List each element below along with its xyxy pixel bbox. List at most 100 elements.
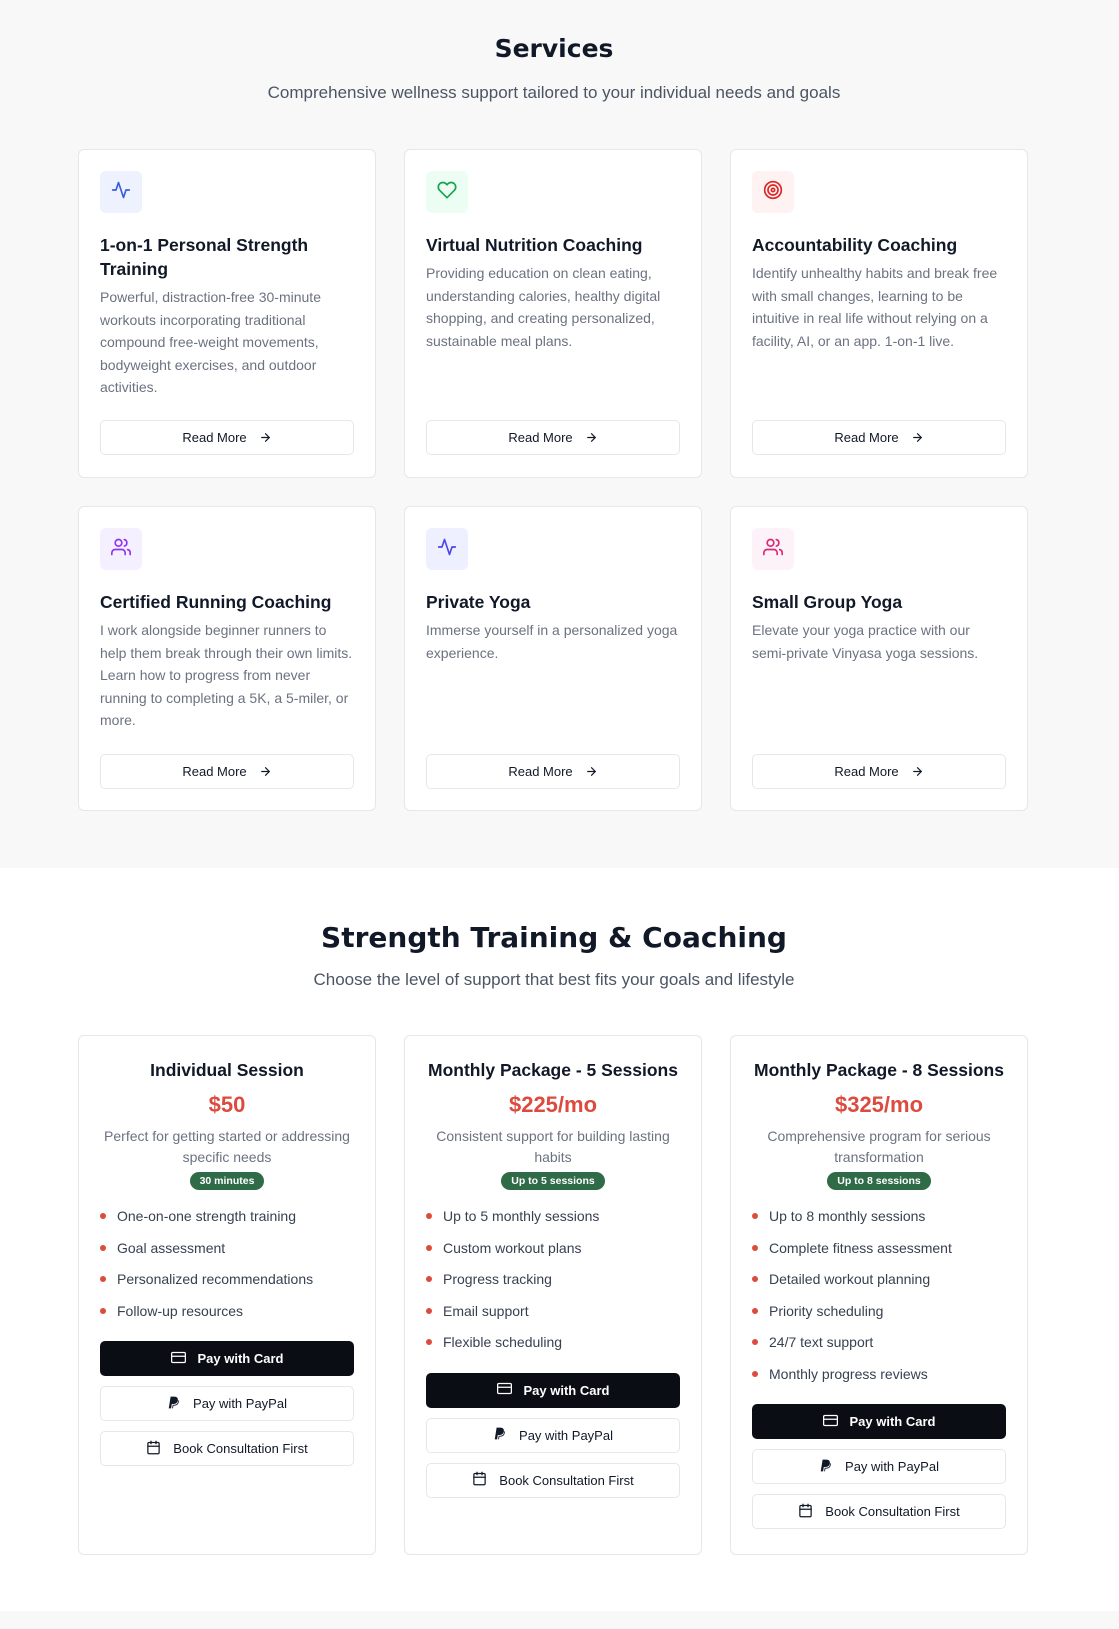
- book-consultation-button[interactable]: Book Consultation First: [100, 1431, 354, 1466]
- pay-paypal-label: Pay with PayPal: [845, 1459, 939, 1474]
- plan-badge: Up to 5 sessions: [501, 1172, 605, 1190]
- service-title: Virtual Nutrition Coaching: [426, 235, 643, 255]
- activity-icon: [437, 537, 457, 562]
- plan-description: Perfect for getting started or addressin…: [104, 1128, 350, 1165]
- service-icon-box: [426, 171, 468, 213]
- service-title: 1-on-1 Personal Strength Training: [100, 235, 309, 279]
- plan-badge: 30 minutes: [189, 1172, 265, 1190]
- service-description: I work alongside beginner runners to hel…: [100, 622, 353, 728]
- pricing-title: Strength Training & Coaching: [321, 921, 787, 954]
- read-more-button[interactable]: Read More: [100, 420, 354, 455]
- service-card-group-yoga: Small Group Yoga Elevate your yoga pract…: [730, 506, 1028, 811]
- users-icon: [763, 537, 783, 562]
- arrow-right-icon: [911, 765, 924, 778]
- feature-item: 24/7 text support: [752, 1332, 1006, 1364]
- service-card-accountability: Accountability Coaching Identify unhealt…: [730, 149, 1028, 478]
- feature-item: Goal assessment: [100, 1238, 354, 1270]
- feature-item: Follow-up resources: [100, 1301, 354, 1333]
- plan-name: Individual Session: [150, 1060, 304, 1080]
- plan-card-5-sessions: Monthly Package - 5 Sessions $225/mo Con…: [404, 1035, 702, 1555]
- read-more-button[interactable]: Read More: [752, 420, 1006, 455]
- read-more-label: Read More: [182, 764, 247, 779]
- arrow-right-icon: [911, 431, 924, 444]
- services-grid-row-2: Certified Running Coaching I work alongs…: [78, 506, 1029, 811]
- read-more-label: Read More: [834, 430, 899, 445]
- service-description: Elevate your yoga practice with our semi…: [752, 622, 979, 661]
- pay-with-card-button[interactable]: Pay with Card: [426, 1372, 680, 1408]
- feature-item: Detailed workout planning: [752, 1269, 1006, 1301]
- feature-item: Custom workout plans: [426, 1238, 680, 1270]
- credit-card-icon: [496, 1381, 512, 1399]
- read-more-label: Read More: [508, 430, 573, 445]
- plan-features: Up to 8 monthly sessions Complete fitnes…: [752, 1206, 1006, 1395]
- services-grid-row-1: 1-on-1 Personal Strength Training Powerf…: [78, 149, 1029, 478]
- heart-icon: [437, 180, 457, 205]
- pricing-subtitle: Choose the level of support that best fi…: [313, 970, 795, 989]
- service-description: Powerful, distraction-free 30-minute wor…: [100, 289, 321, 395]
- pay-with-paypal-button[interactable]: Pay with PayPal: [752, 1449, 1006, 1484]
- pay-with-paypal-button[interactable]: Pay with PayPal: [426, 1417, 680, 1453]
- arrow-right-icon: [585, 431, 598, 444]
- feature-item: Priority scheduling: [752, 1301, 1006, 1333]
- feature-item: Up to 8 monthly sessions: [752, 1206, 1006, 1238]
- pay-card-label: Pay with Card: [197, 1351, 284, 1366]
- plan-name: Monthly Package - 5 Sessions: [428, 1060, 678, 1080]
- plan-price: $325/mo: [834, 1092, 924, 1117]
- target-icon: [763, 180, 783, 205]
- consult-label: Book Consultation First: [499, 1472, 634, 1488]
- service-title: Small Group Yoga: [752, 592, 903, 612]
- feature-item: Up to 5 monthly sessions: [426, 1206, 680, 1238]
- activity-icon: [111, 180, 131, 205]
- service-title: Private Yoga: [426, 592, 531, 612]
- pay-with-paypal-button[interactable]: Pay with PayPal: [100, 1386, 354, 1421]
- read-more-button[interactable]: Read More: [752, 754, 1006, 789]
- plan-description: Consistent support for building lasting …: [436, 1128, 670, 1165]
- plan-card-8-sessions: Monthly Package - 8 Sessions $325/mo Com…: [730, 1035, 1028, 1555]
- paypal-icon: [493, 1426, 507, 1444]
- feature-item: Flexible scheduling: [426, 1332, 680, 1364]
- service-icon-box: [100, 528, 142, 570]
- read-more-button[interactable]: Read More: [426, 420, 680, 455]
- read-more-label: Read More: [508, 764, 573, 779]
- plan-features: Up to 5 monthly sessions Custom workout …: [426, 1206, 680, 1364]
- service-icon-box: [752, 528, 794, 570]
- service-card-nutrition: Virtual Nutrition Coaching Providing edu…: [404, 149, 702, 478]
- credit-card-icon: [822, 1413, 838, 1431]
- arrow-right-icon: [259, 431, 272, 444]
- plan-name: Monthly Package - 8 Sessions: [754, 1060, 1004, 1080]
- service-icon-box: [100, 171, 142, 213]
- pay-with-card-button[interactable]: Pay with Card: [100, 1341, 354, 1376]
- book-consultation-button[interactable]: Book Consultation First: [752, 1494, 1006, 1529]
- consult-label: Book Consultation First: [173, 1441, 308, 1456]
- plan-card-individual: Individual Session $50 Perfect for getti…: [78, 1035, 376, 1555]
- calendar-icon: [472, 1471, 487, 1489]
- feature-item: Email support: [426, 1301, 680, 1333]
- feature-item: One-on-one strength training: [100, 1206, 354, 1238]
- feature-item: Progress tracking: [426, 1269, 680, 1301]
- pricing-section: Strength Training & Coaching Choose the …: [0, 868, 1119, 1611]
- next-section-edge: [0, 1611, 1119, 1629]
- services-title: Services: [494, 34, 614, 63]
- service-title: Certified Running Coaching: [100, 592, 332, 612]
- service-description: Immerse yourself in a personalized yoga …: [426, 622, 678, 661]
- pay-with-card-button[interactable]: Pay with Card: [752, 1404, 1006, 1439]
- plan-description: Comprehensive program for serious transf…: [767, 1128, 991, 1165]
- pay-card-label: Pay with Card: [849, 1414, 936, 1429]
- pay-card-label: Pay with Card: [523, 1382, 610, 1398]
- plan-price: $225/mo: [508, 1092, 598, 1117]
- read-more-button[interactable]: Read More: [426, 754, 680, 789]
- service-card-personal-strength: 1-on-1 Personal Strength Training Powerf…: [78, 149, 376, 478]
- feature-item: Complete fitness assessment: [752, 1238, 1006, 1270]
- read-more-button[interactable]: Read More: [100, 754, 354, 789]
- book-consultation-button[interactable]: Book Consultation First: [426, 1462, 680, 1498]
- paypal-icon: [167, 1395, 181, 1413]
- service-icon-box: [426, 528, 468, 570]
- service-icon-box: [752, 171, 794, 213]
- service-title: Accountability Coaching: [752, 235, 958, 255]
- service-description: Providing education on clean eating, und…: [426, 265, 661, 349]
- feature-item: Personalized recommendations: [100, 1269, 354, 1301]
- pay-paypal-label: Pay with PayPal: [519, 1427, 613, 1443]
- service-description: Identify unhealthy habits and break free…: [752, 265, 998, 349]
- read-more-label: Read More: [834, 764, 899, 779]
- paypal-icon: [819, 1458, 833, 1476]
